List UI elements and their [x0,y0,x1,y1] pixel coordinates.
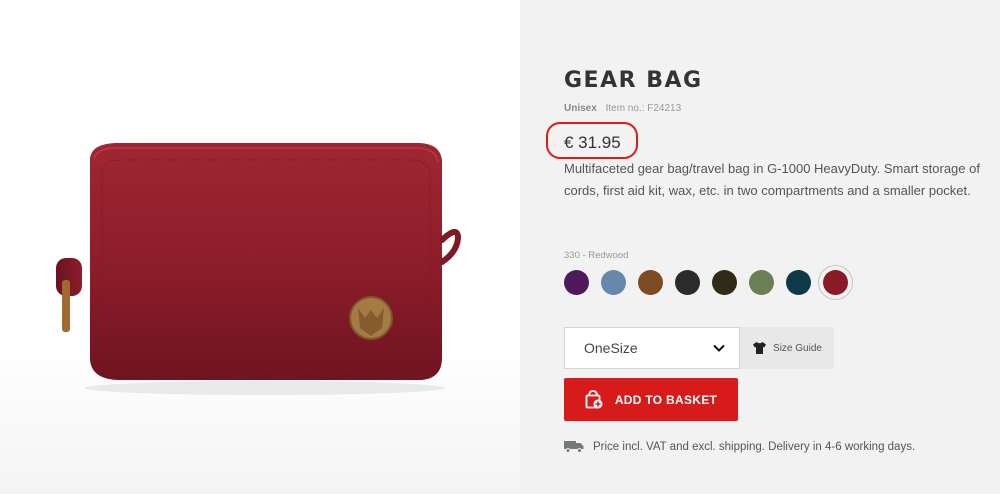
basket-add-icon [585,390,603,409]
product-image-area [0,0,520,494]
color-swatch-dark-olive[interactable] [712,270,737,295]
color-swatch-black[interactable] [675,270,700,295]
color-swatch-navy[interactable] [786,270,811,295]
product-meta: Unisex Item no.: F24213 [564,103,681,114]
color-swatches [564,265,853,300]
color-swatch-green[interactable] [749,270,774,295]
product-description: Multifaceted gear bag/travel bag in G-10… [564,161,980,198]
product-title: GEAR BAG [564,68,703,93]
add-to-basket-label: ADD TO BASKET [614,392,718,407]
color-swatch-purple[interactable] [564,270,589,295]
shipping-info: Price incl. VAT and excl. shipping. Deli… [564,440,915,453]
size-guide-label: Size Guide [773,342,822,354]
size-select[interactable]: OneSize [564,327,740,369]
add-to-basket-button[interactable]: ADD TO BASKET [564,378,738,421]
size-select-value: OneSize [584,340,638,356]
size-guide-button[interactable]: Size Guide [740,327,834,369]
color-swatch-blue[interactable] [601,270,626,295]
product-gender: Unisex [564,103,597,114]
selected-color-label: 330 - Redwood [564,250,629,261]
item-number: Item no.: F24213 [605,103,682,114]
shirt-icon [753,342,767,354]
color-swatch-brown[interactable] [638,270,663,295]
chevron-down-icon [713,344,725,352]
color-swatch-redwood[interactable] [818,265,853,300]
gear-bag-product-image[interactable] [40,130,480,400]
delivery-truck-icon [564,441,584,453]
shipping-note: Price incl. VAT and excl. shipping. Deli… [593,440,916,453]
product-price: € 31.95 [564,133,621,152]
